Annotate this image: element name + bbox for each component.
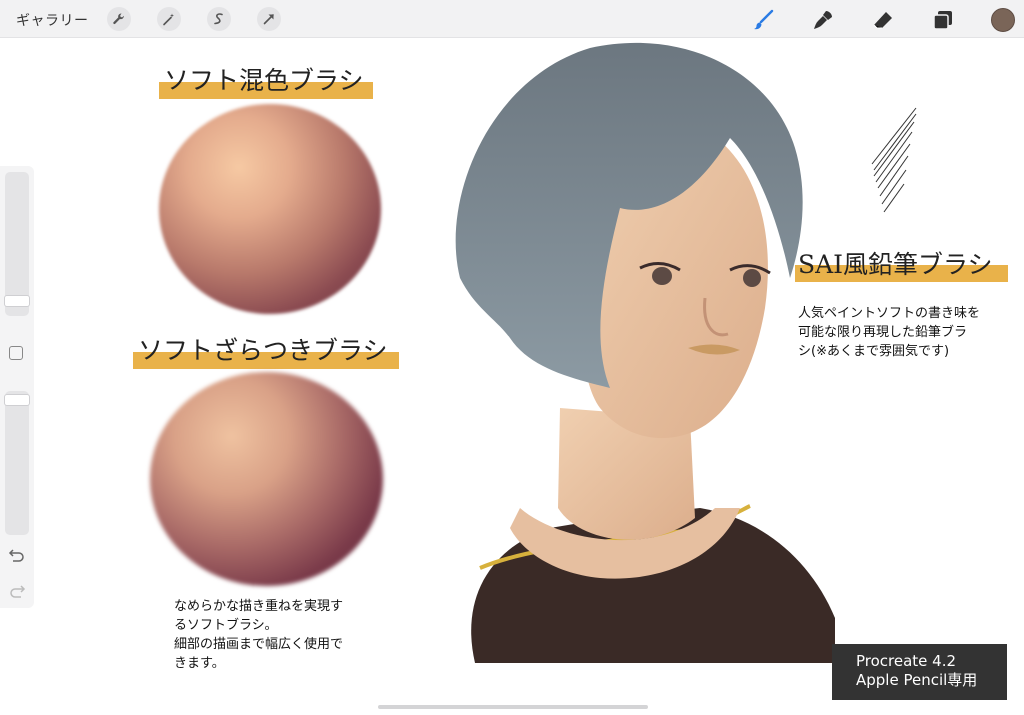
grainy-sphere-sample [150, 372, 383, 586]
procreate-screen: ギャラリー ソフト混色ブラシ ソフトざらつきブラシ なめらかな描き重ねを実現す … [0, 0, 1024, 715]
transform-icon[interactable] [257, 7, 281, 31]
smooth-sphere-sample [159, 104, 381, 314]
eraser-icon[interactable] [871, 8, 895, 32]
selection-icon[interactable] [207, 7, 231, 31]
opacity-handle[interactable] [4, 393, 30, 406]
pencil-stroke-sample [871, 107, 917, 213]
version-badge: Procreate 4.2 Apple Pencil専用 [832, 644, 1007, 700]
brush-size-slider[interactable] [4, 172, 30, 316]
modify-button[interactable] [9, 346, 23, 360]
layers-icon[interactable] [931, 8, 955, 32]
color-picker-button[interactable] [991, 8, 1015, 32]
headline-soft-grainy-brush: ソフトざらつきブラシ [138, 336, 388, 365]
soft-brush-description: なめらかな描き重ねを実現す るソフトブラシ。 細部の描画まで幅広く使用で きます… [174, 599, 344, 671]
wrench-icon[interactable] [107, 7, 131, 31]
brush-size-handle[interactable] [4, 294, 30, 307]
undo-icon[interactable] [8, 548, 26, 562]
home-indicator[interactable] [378, 705, 648, 709]
headline-soft-blend-brush: ソフト混色ブラシ [164, 66, 364, 95]
smudge-icon[interactable] [811, 8, 835, 32]
portrait-illustration [455, 42, 835, 663]
magic-wand-icon[interactable] [157, 7, 181, 31]
headline-sai-pencil-brush: SAI風鉛筆ブラシ [798, 250, 993, 279]
redo-icon[interactable] [8, 584, 26, 598]
gallery-button[interactable]: ギャラリー [16, 10, 89, 30]
left-sidebar [0, 166, 34, 608]
top-toolbar: ギャラリー [0, 0, 1024, 38]
badge-line1: Procreate 4.2 [856, 652, 957, 670]
opacity-slider[interactable] [4, 391, 30, 535]
pencil-brush-description: 人気ペイントソフトの書き味を 可能な限り再現した鉛筆ブラ シ(※あくまで雰囲気で… [798, 306, 981, 359]
badge-line2: Apple Pencil専用 [856, 671, 978, 689]
brush-icon[interactable] [751, 8, 775, 32]
